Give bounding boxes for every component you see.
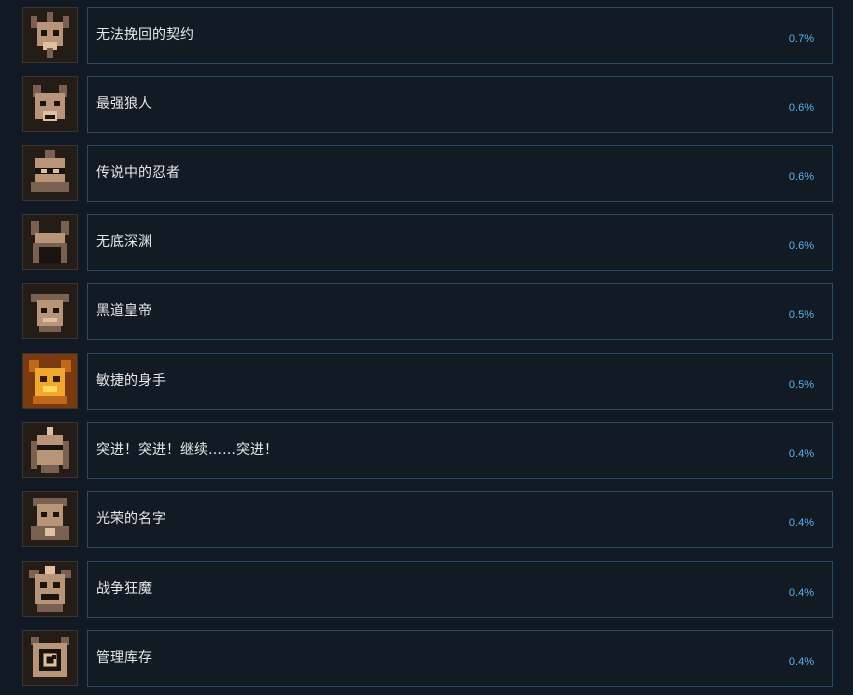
achievement-panel: 战争狂魔 0.4% [87,561,833,618]
achievement-title: 突进！突进！继续……突进！ [96,442,278,458]
inventory-box-icon [22,630,78,686]
achievement-title: 无法挽回的契约 [96,27,194,43]
achievement-panel: 传说中的忍者 0.6% [87,145,833,202]
achievement-row[interactable]: 突进！突进！继续……突进！ 0.4% [0,422,853,480]
achievement-row[interactable]: 管理库存 0.4% [0,630,853,688]
unlock-percentage: 0.4% [788,448,814,460]
achievement-row[interactable]: 传说中的忍者 0.6% [0,145,853,203]
achievement-panel: 无法挽回的契约 0.7% [87,7,833,64]
achievement-panel: 敏捷的身手 0.5% [87,353,833,410]
achievement-title: 战争狂魔 [96,581,152,597]
achievement-row[interactable]: 光荣的名字 0.4% [0,491,853,549]
achievement-panel: 最强狼人 0.6% [87,76,833,133]
unlock-percentage: 0.4% [788,656,814,668]
gangster-boss-icon [22,283,78,339]
achievement-title: 传说中的忍者 [96,165,180,181]
abyss-pit-icon [22,214,78,270]
achievement-row[interactable]: 战争狂魔 0.4% [0,561,853,619]
war-demon-icon [22,561,78,617]
achievement-title: 黑道皇帝 [96,303,152,319]
achievement-title: 最强狼人 [96,96,152,112]
unlock-percentage: 0.7% [788,33,814,45]
agile-fighter-icon [22,353,78,409]
werewolf-head-icon [22,76,78,132]
unlock-percentage: 0.4% [788,517,814,529]
achievement-panel: 无底深渊 0.6% [87,214,833,271]
achievement-list: 无法挽回的契约 0.7% 最强狼人 0.6% 传说中的忍者 0.6% 无底深渊 0.6%… [0,0,853,695]
unlock-percentage: 0.5% [788,309,814,321]
achievement-title: 光荣的名字 [96,511,166,527]
unlock-percentage: 0.6% [788,240,814,252]
horned-skull-sword-icon [22,7,78,63]
unlock-percentage: 0.4% [788,587,814,599]
achievement-title: 敏捷的身手 [96,373,166,389]
achievement-title: 无底深渊 [96,234,152,250]
unlock-percentage: 0.5% [788,379,814,391]
charging-knight-icon [22,422,78,478]
unlock-percentage: 0.6% [788,171,814,183]
achievement-panel: 光荣的名字 0.4% [87,491,833,548]
achievement-panel: 黑道皇帝 0.5% [87,283,833,340]
achievement-row[interactable]: 黑道皇帝 0.5% [0,283,853,341]
achievement-panel: 管理库存 0.4% [87,630,833,687]
achievement-row[interactable]: 无法挽回的契约 0.7% [0,7,853,65]
achievement-title: 管理库存 [96,650,152,666]
achievement-row[interactable]: 无底深渊 0.6% [0,214,853,272]
achievement-row[interactable]: 敏捷的身手 0.5% [0,353,853,411]
achievement-row[interactable]: 最强狼人 0.6% [0,76,853,134]
ninja-mask-icon [22,145,78,201]
glorious-warrior-icon [22,491,78,547]
unlock-percentage: 0.6% [788,102,814,114]
achievement-panel: 突进！突进！继续……突进！ 0.4% [87,422,833,479]
